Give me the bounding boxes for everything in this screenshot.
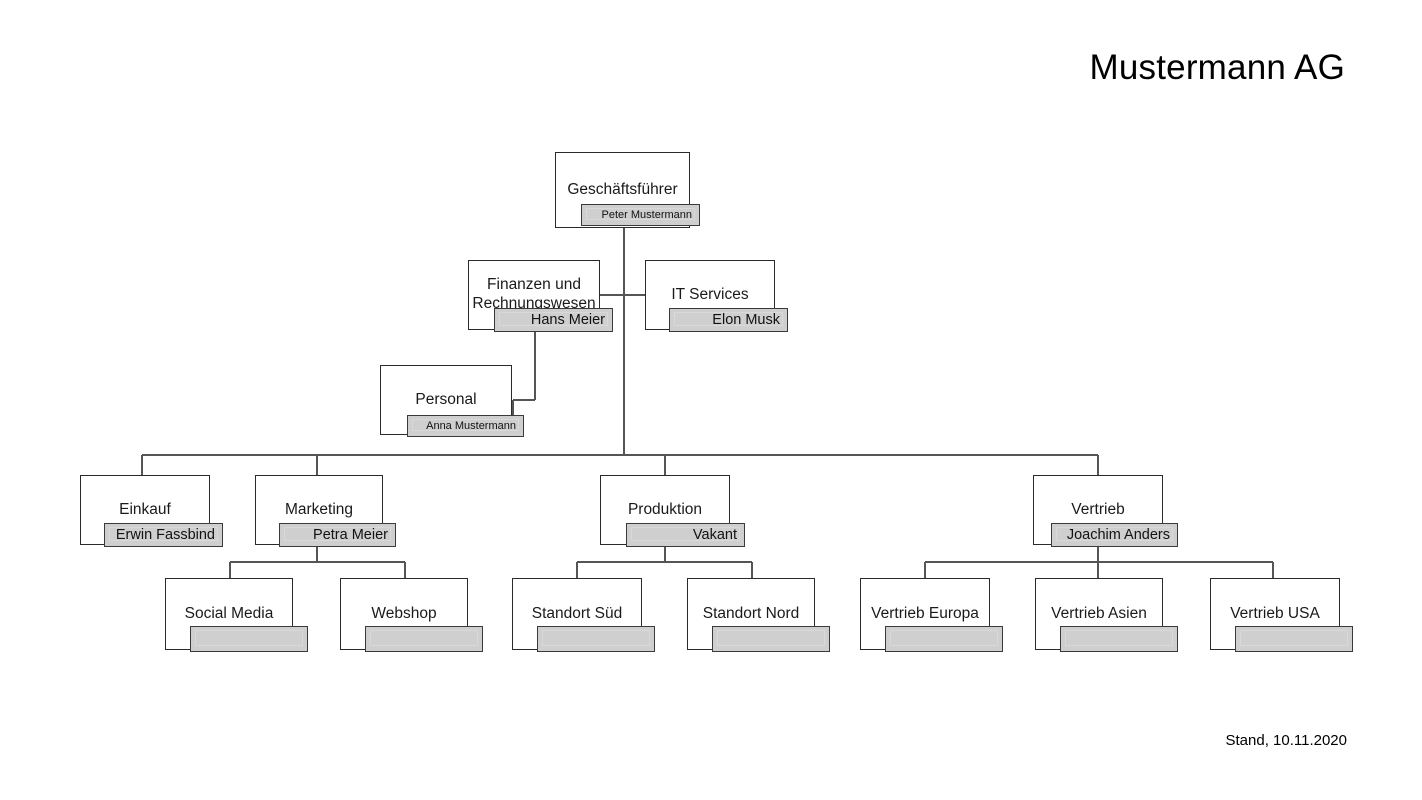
org-node-personal-role: Personal	[415, 390, 477, 408]
org-node-vertrieb-usa[interactable]: Vertrieb USA	[1210, 578, 1358, 652]
org-node-social-media-role: Social Media	[184, 604, 274, 622]
org-node-ceo[interactable]: Geschäftsführer Peter Mustermann	[555, 152, 705, 228]
badge-inner-edge	[717, 630, 825, 646]
org-node-vertrieb-person-badge[interactable]: Joachim Anders	[1051, 523, 1178, 547]
org-node-standort-nord-person-badge[interactable]	[712, 626, 830, 652]
org-node-ceo-person-badge[interactable]: Peter Mustermann	[581, 204, 700, 226]
org-node-it-services[interactable]: IT Services Elon Musk	[645, 260, 790, 332]
org-node-vertrieb-person: Joachim Anders	[1066, 527, 1170, 543]
org-node-produktion-role: Produktion	[627, 500, 703, 518]
org-node-standort-sued[interactable]: Standort Süd	[512, 578, 660, 652]
revision-note: Stand, 10.11.2020	[1225, 732, 1348, 749]
org-node-vertrieb-europa[interactable]: Vertrieb Europa	[860, 578, 1008, 652]
org-node-standort-sued-person-badge[interactable]	[537, 626, 655, 652]
org-node-ceo-person: Peter Mustermann	[601, 209, 692, 221]
org-node-personal-person-badge[interactable]: Anna Mustermann	[407, 415, 524, 437]
org-node-standort-nord[interactable]: Standort Nord	[687, 578, 835, 652]
org-node-vertrieb-usa-role: Vertrieb USA	[1230, 604, 1320, 622]
org-node-marketing[interactable]: Marketing Petra Meier	[255, 475, 400, 547]
org-node-finanzen-person: Hans Meier	[530, 312, 605, 328]
org-node-vertrieb-usa-person-badge[interactable]	[1235, 626, 1353, 652]
badge-inner-edge	[890, 630, 998, 646]
org-node-ceo-role: Geschäftsführer	[567, 180, 678, 198]
org-node-webshop-role: Webshop	[371, 604, 437, 622]
org-node-einkauf-role: Einkauf	[119, 500, 171, 518]
org-node-einkauf[interactable]: Einkauf Erwin Fassbind	[80, 475, 225, 547]
org-node-einkauf-person-badge[interactable]: Erwin Fassbind	[104, 523, 223, 547]
org-node-marketing-person: Petra Meier	[313, 527, 388, 543]
org-chart-canvas: Mustermann AG Geschäftsführer Peter Must…	[0, 0, 1422, 800]
org-node-personal[interactable]: Personal Anna Mustermann	[380, 365, 525, 437]
org-node-it-services-person: Elon Musk	[712, 312, 780, 328]
org-node-einkauf-person: Erwin Fassbind	[115, 527, 215, 543]
badge-inner-edge	[370, 630, 478, 646]
badge-inner-edge	[542, 630, 650, 646]
org-node-vertrieb-europa-role: Vertrieb Europa	[871, 604, 979, 622]
org-node-finanzen[interactable]: Finanzen und Rechnungswesen Hans Meier	[468, 260, 613, 332]
org-node-finanzen-person-badge[interactable]: Hans Meier	[494, 308, 613, 332]
org-node-vertrieb-asien[interactable]: Vertrieb Asien	[1035, 578, 1183, 652]
badge-inner-edge	[1065, 630, 1173, 646]
org-node-vertrieb-role: Vertrieb	[1071, 500, 1125, 518]
org-node-social-media[interactable]: Social Media	[165, 578, 313, 652]
org-node-marketing-role: Marketing	[284, 500, 354, 518]
org-node-vertrieb-asien-person-badge[interactable]	[1060, 626, 1178, 652]
org-node-vertrieb-europa-person-badge[interactable]	[885, 626, 1003, 652]
connector-lines	[141, 228, 1274, 578]
org-node-it-services-role: IT Services	[671, 285, 749, 303]
org-node-webshop[interactable]: Webshop	[340, 578, 488, 652]
org-node-produktion-person: Vakant	[692, 527, 737, 543]
badge-inner-edge	[195, 630, 303, 646]
org-node-social-media-person-badge[interactable]	[190, 626, 308, 652]
org-node-produktion[interactable]: Produktion Vakant	[600, 475, 748, 547]
org-node-standort-nord-role: Standort Nord	[702, 604, 800, 622]
org-node-vertrieb[interactable]: Vertrieb Joachim Anders	[1033, 475, 1181, 547]
org-node-marketing-person-badge[interactable]: Petra Meier	[279, 523, 396, 547]
org-node-vertrieb-asien-role: Vertrieb Asien	[1051, 604, 1147, 622]
org-node-webshop-person-badge[interactable]	[365, 626, 483, 652]
org-node-personal-person: Anna Mustermann	[426, 420, 516, 432]
org-node-produktion-person-badge[interactable]: Vakant	[626, 523, 745, 547]
org-node-standort-sued-role: Standort Süd	[531, 604, 623, 622]
badge-inner-edge	[1240, 630, 1348, 646]
org-node-it-services-person-badge[interactable]: Elon Musk	[669, 308, 788, 332]
